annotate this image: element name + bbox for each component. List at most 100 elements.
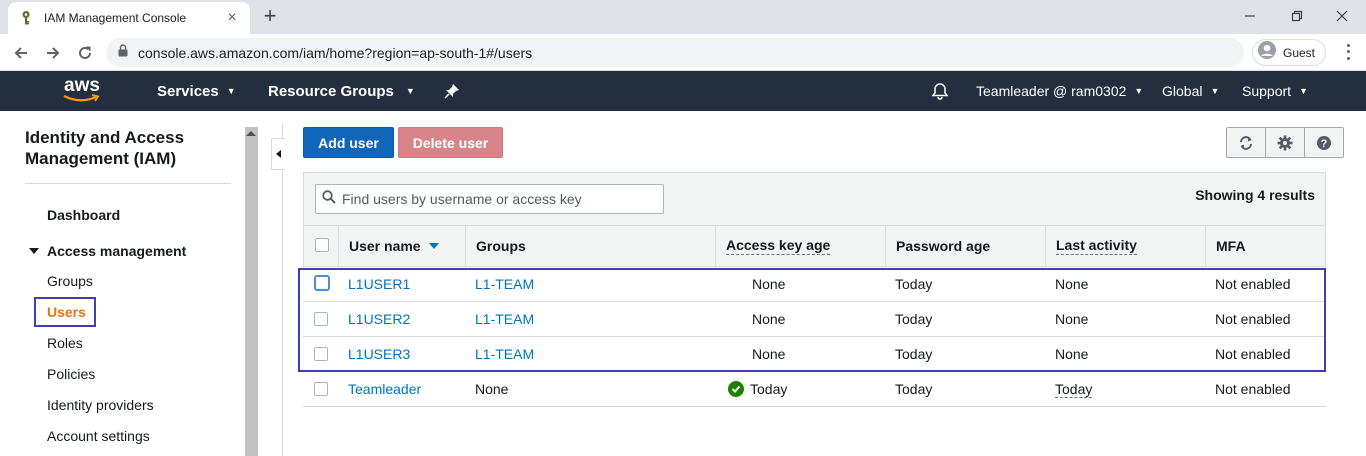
chevron-down-icon: ▼ xyxy=(1210,86,1220,96)
minimize-icon[interactable] xyxy=(1230,4,1270,28)
url-bar[interactable]: console.aws.amazon.com/iam/home?region=a… xyxy=(106,38,1244,67)
column-header-groups[interactable]: Groups xyxy=(476,226,526,266)
support-menu[interactable]: Support ▼ xyxy=(1242,71,1308,111)
back-icon[interactable] xyxy=(8,40,34,66)
avatar-icon xyxy=(1257,40,1277,65)
table-filter-bar: Showing 4 results xyxy=(303,172,1326,225)
column-header-label: User name xyxy=(349,238,421,254)
bell-icon[interactable] xyxy=(931,71,949,111)
chevron-down-icon: ▼ xyxy=(1134,86,1144,96)
chevron-down-icon: ▼ xyxy=(405,86,415,96)
sidebar-item-dashboard[interactable]: Dashboard xyxy=(47,207,120,223)
triangle-left-icon xyxy=(276,150,281,158)
check-circle-icon xyxy=(728,381,744,397)
browser-tab-bar: IAM Management Console × + xyxy=(0,0,1366,34)
column-header-access-key-age[interactable]: Access key age xyxy=(726,226,831,266)
row-checkbox[interactable] xyxy=(314,382,328,396)
browser-tab[interactable]: IAM Management Console × xyxy=(8,2,250,34)
triangle-down-icon xyxy=(29,248,39,254)
access-key-age: Today xyxy=(750,381,788,397)
services-menu[interactable]: Services ▼ xyxy=(157,71,236,111)
password-age: Today xyxy=(895,381,933,397)
sort-descending-icon xyxy=(428,243,439,249)
search-box[interactable] xyxy=(315,184,664,214)
tab-close-icon[interactable]: × xyxy=(224,10,240,26)
sidebar-item-groups[interactable]: Groups xyxy=(47,273,93,289)
iam-sidebar: Identity and Access Management (IAM) Das… xyxy=(0,111,262,456)
svg-text:?: ? xyxy=(1321,138,1328,150)
gear-icon xyxy=(1277,135,1293,150)
sidebar-item-policies[interactable]: Policies xyxy=(47,366,95,382)
profile-button[interactable]: Guest xyxy=(1252,39,1326,66)
sidebar-title: Identity and Access Management (IAM) xyxy=(25,128,185,168)
reload-icon[interactable] xyxy=(72,40,98,66)
sidebar-group-access-management[interactable]: Access management xyxy=(29,243,186,259)
sidebar-item-account-settings[interactable]: Account settings xyxy=(47,428,150,444)
scroll-up-icon[interactable] xyxy=(246,131,256,136)
settings-button[interactable] xyxy=(1265,127,1305,158)
profile-label: Guest xyxy=(1283,45,1316,60)
pin-icon[interactable] xyxy=(444,71,460,111)
tab-title: IAM Management Console xyxy=(44,11,187,25)
column-header-user-name[interactable]: User name xyxy=(349,226,439,266)
refresh-button[interactable] xyxy=(1226,127,1266,158)
sidebar-divider xyxy=(25,183,231,184)
table-row[interactable]: Teamleader None Today Today Today Not en… xyxy=(303,372,1326,407)
column-separator xyxy=(338,226,339,266)
column-header-password-age[interactable]: Password age xyxy=(896,226,990,266)
refresh-icon xyxy=(1240,135,1252,150)
url-text: console.aws.amazon.com/iam/home?region=a… xyxy=(138,44,533,61)
account-menu[interactable]: Teamleader @ ram0302 ▼ xyxy=(976,71,1143,111)
column-separator xyxy=(885,226,886,266)
access-key-age-cell: Today xyxy=(728,372,787,406)
aws-logo-text: aws xyxy=(64,75,100,96)
collapse-sidebar-button[interactable] xyxy=(271,138,285,170)
column-header-label: Groups xyxy=(476,238,526,254)
column-separator xyxy=(465,226,466,266)
add-user-button[interactable]: Add user xyxy=(303,127,394,158)
results-count: Showing 4 results xyxy=(1195,187,1315,203)
user-name-link[interactable]: Teamleader xyxy=(348,372,421,406)
column-header-mfa[interactable]: MFA xyxy=(1216,226,1246,266)
sidebar-scrollbar[interactable] xyxy=(245,127,258,456)
last-activity: Today xyxy=(1055,380,1093,398)
groups-value: None xyxy=(475,381,509,397)
chevron-down-icon: ▼ xyxy=(226,86,236,96)
select-all-checkbox[interactable] xyxy=(315,238,329,252)
column-separator xyxy=(715,226,716,266)
browser-address-bar: console.aws.amazon.com/iam/home?region=a… xyxy=(0,34,1366,71)
delete-user-button[interactable]: Delete user xyxy=(398,127,503,158)
help-button[interactable]: ? xyxy=(1304,127,1344,158)
column-header-last-activity[interactable]: Last activity xyxy=(1056,226,1137,266)
users-highlight-box xyxy=(34,297,96,327)
new-tab-icon[interactable]: + xyxy=(258,5,282,29)
aws-key-favicon-icon xyxy=(18,10,34,26)
services-label: Services xyxy=(157,82,219,100)
close-window-icon[interactable] xyxy=(1322,4,1362,28)
resource-groups-menu[interactable]: Resource Groups ▼ xyxy=(268,71,415,111)
region-label: Global xyxy=(1162,83,1203,99)
sidebar-item-roles[interactable]: Roles xyxy=(47,335,83,351)
panel-divider xyxy=(282,123,283,456)
resource-groups-label: Resource Groups xyxy=(268,82,394,100)
last-activity-cell: Today xyxy=(1055,372,1093,406)
column-header-label: Last activity xyxy=(1056,237,1137,255)
region-menu[interactable]: Global ▼ xyxy=(1162,71,1219,111)
aws-logo[interactable]: aws xyxy=(60,75,104,105)
column-separator xyxy=(1045,226,1046,266)
forward-icon[interactable] xyxy=(40,40,66,66)
lock-icon xyxy=(118,43,128,62)
support-label: Support xyxy=(1242,83,1292,99)
sidebar-group-label: Access management xyxy=(47,243,187,259)
restore-icon[interactable] xyxy=(1277,4,1317,28)
column-header-label: Password age xyxy=(896,238,991,254)
search-icon xyxy=(322,189,336,209)
search-input[interactable] xyxy=(342,191,652,207)
browser-menu-icon[interactable] xyxy=(1340,42,1356,62)
rows-highlight-box xyxy=(298,268,1326,372)
column-header-label: MFA xyxy=(1216,238,1246,254)
sidebar-item-identity-providers[interactable]: Identity providers xyxy=(47,397,154,413)
account-label: Teamleader @ ram0302 xyxy=(976,83,1127,99)
table-header: User name Groups Access key age Password… xyxy=(303,225,1326,267)
help-icon: ? xyxy=(1317,135,1331,150)
